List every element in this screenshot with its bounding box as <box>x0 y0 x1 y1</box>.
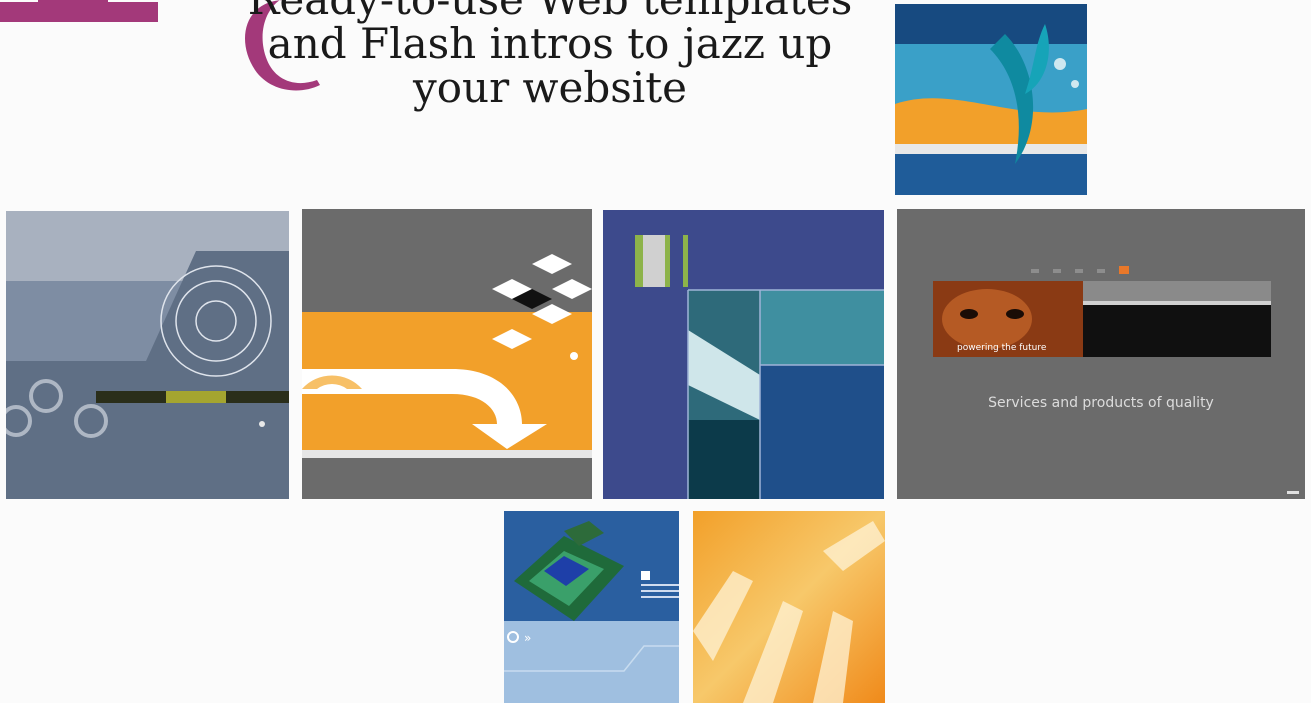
svg-text:»: » <box>524 631 531 645</box>
powering-caption: powering the future <box>957 343 1047 353</box>
template-thumbnail-navy-city[interactable] <box>603 210 884 499</box>
template-thumbnail-orange-arrow[interactable] <box>302 209 592 499</box>
template-thumbnail-orange-rays[interactable] <box>693 511 885 703</box>
headline: Ready-to-use Web templates and Flash int… <box>225 0 875 110</box>
decorative-serif-glyph-left <box>0 0 168 80</box>
template-thumbnail-teal-flower[interactable] <box>895 4 1087 195</box>
template-thumbnail-slate-sun[interactable] <box>6 211 289 499</box>
headline-line-3: your website <box>413 63 687 112</box>
template-thumbnail-powering-future[interactable]: powering the future Services and product… <box>897 209 1305 499</box>
slogan-text: Services and products of quality <box>988 395 1214 411</box>
headline-line-2: and Flash intros to jazz up <box>267 19 833 68</box>
template-thumbnail-blue-blocks[interactable]: » <box>504 511 679 703</box>
